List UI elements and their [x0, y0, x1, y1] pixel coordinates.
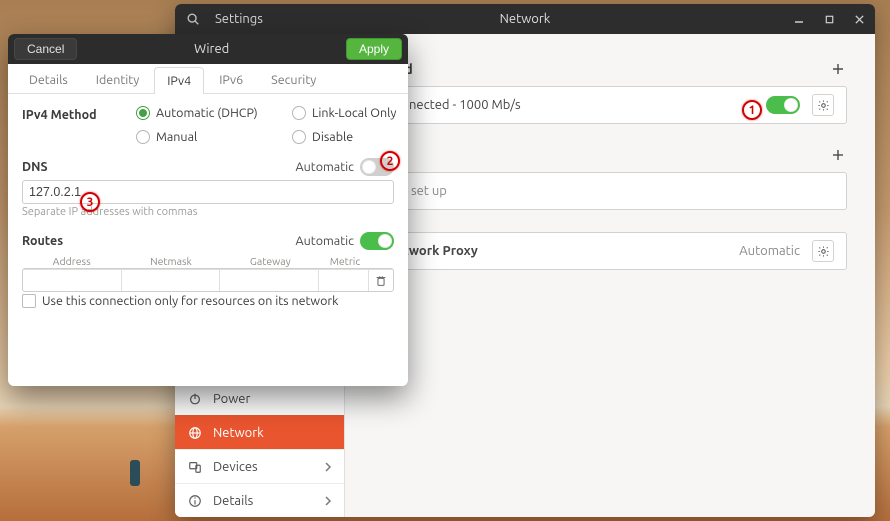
window-minimize-button[interactable] — [791, 11, 807, 27]
tab-details[interactable]: Details — [16, 66, 81, 93]
route-delete-button[interactable] — [369, 269, 393, 291]
info-icon — [187, 493, 203, 509]
wired-connection-row: Connected - 1000 Mb/s — [374, 87, 846, 123]
vpn-section: VPN Not set up — [373, 146, 847, 210]
sidebar-item-label: Network — [213, 426, 264, 440]
power-icon — [187, 391, 203, 407]
add-vpn-button[interactable] — [829, 146, 847, 164]
page-title: Network — [500, 12, 551, 26]
apply-button[interactable]: Apply — [346, 38, 402, 60]
proxy-mode: Automatic — [739, 244, 800, 258]
routes-col-netmask: Netmask — [121, 254, 220, 268]
route-address-cell[interactable] — [23, 269, 122, 291]
window-maximize-button[interactable] — [821, 11, 837, 27]
routes-col-address: Address — [22, 254, 121, 268]
routes-col-gateway: Gateway — [221, 254, 320, 268]
sidebar-item-label: Power — [213, 392, 250, 406]
sidebar-item-label: Devices — [213, 460, 258, 474]
dns-section: DNS Automatic Separate IP addresses with… — [22, 158, 394, 218]
wired-toggle[interactable] — [766, 96, 800, 114]
restrict-label: Use this connection only for resources o… — [42, 294, 338, 308]
vpn-status-row: Not set up — [374, 173, 846, 209]
proxy-settings-button[interactable] — [812, 240, 834, 262]
restrict-checkbox[interactable] — [22, 294, 36, 308]
routes-label: Routes — [22, 234, 63, 248]
tab-security[interactable]: Security — [258, 66, 329, 93]
routes-section: Routes Automatic Address Netmask Gateway… — [22, 232, 394, 308]
radio-manual[interactable]: Manual — [136, 130, 286, 144]
search-icon[interactable] — [185, 11, 201, 27]
radio-automatic-dhcp[interactable]: Automatic (DHCP) — [136, 106, 286, 120]
sidebar-item-network[interactable]: Network — [175, 415, 344, 449]
routes-col-metric: Metric — [320, 254, 370, 268]
dns-auto-label: Automatic — [296, 160, 354, 174]
tab-ipv6[interactable]: IPv6 — [206, 66, 256, 93]
sidebar-item-power[interactable]: Power — [175, 381, 344, 415]
route-gateway-cell[interactable] — [220, 269, 319, 291]
sidebar-item-devices[interactable]: Devices — [175, 449, 344, 483]
window-close-button[interactable] — [851, 11, 867, 27]
tab-ipv4[interactable]: IPv4 — [154, 67, 204, 94]
wired-settings-button[interactable] — [812, 94, 834, 116]
annotation-3: 3 — [80, 192, 100, 212]
proxy-row: Network Proxy Automatic — [374, 233, 846, 269]
sidebar-item-details[interactable]: Details — [175, 483, 344, 517]
routes-auto-toggle[interactable] — [360, 232, 394, 250]
route-netmask-cell[interactable] — [122, 269, 221, 291]
devices-icon — [187, 459, 203, 475]
radio-link-local[interactable]: Link-Local Only — [292, 106, 408, 120]
chevron-right-icon — [324, 496, 332, 506]
dialog-title: Wired — [194, 42, 229, 56]
wired-section: Wired Connected - 1000 Mb/s — [373, 60, 847, 124]
settings-heading: Settings — [215, 12, 263, 26]
route-metric-cell[interactable] — [319, 269, 369, 291]
sidebar-item-label: Details — [213, 494, 253, 508]
globe-icon — [187, 425, 203, 441]
settings-titlebar: Settings Network — [175, 4, 875, 34]
dns-hint: Separate IP addresses with commas — [22, 206, 394, 218]
add-wired-button[interactable] — [829, 60, 847, 78]
dns-input[interactable] — [22, 180, 394, 204]
chevron-right-icon — [324, 462, 332, 472]
wired-dialog: Cancel Wired Apply Details Identity IPv4… — [8, 34, 408, 386]
settings-content: Wired Connected - 1000 Mb/s VPN — [345, 34, 875, 517]
proxy-section: Network Proxy Automatic — [373, 232, 847, 270]
dns-label: DNS — [22, 160, 48, 174]
dialog-tabs: Details Identity IPv4 IPv6 Security — [8, 64, 408, 94]
annotation-2: 2 — [380, 151, 400, 171]
dialog-titlebar: Cancel Wired Apply — [8, 34, 408, 64]
cancel-button[interactable]: Cancel — [14, 38, 77, 60]
radio-disable[interactable]: Disable — [292, 130, 408, 144]
annotation-1: 1 — [742, 100, 762, 120]
ipv4-method-label: IPv4 Method — [22, 106, 112, 122]
tab-identity[interactable]: Identity — [83, 66, 152, 93]
routes-auto-label: Automatic — [296, 234, 354, 248]
